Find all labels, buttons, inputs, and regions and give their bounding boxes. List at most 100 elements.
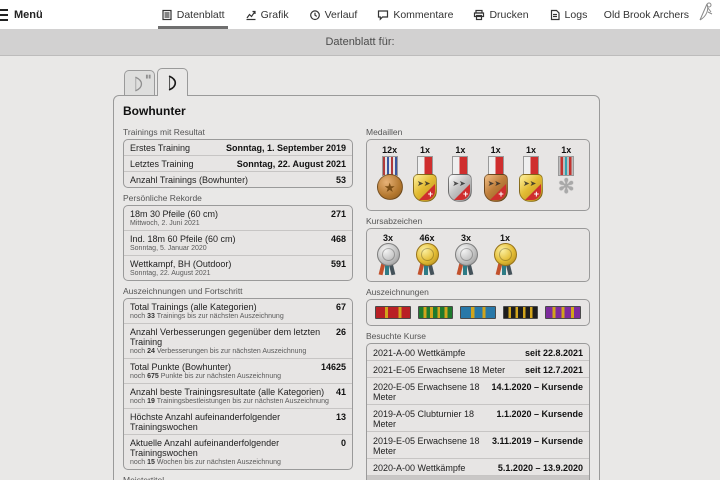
- section-title-course-badges: Kursabzeichen: [366, 216, 590, 226]
- star-glyph: ★: [384, 181, 396, 194]
- menu-button[interactable]: Menü: [0, 9, 43, 21]
- rosette-disc: [377, 243, 400, 266]
- nav-item-grafik[interactable]: Grafik: [245, 0, 289, 29]
- table-row: Anzahl Verbesserungen gegenüber dem letz…: [124, 323, 352, 358]
- main-nav: Datenblatt Grafik Verlauf Kommentare Drucken…: [161, 0, 588, 29]
- table-row: Total Trainings (alle Kategorien)67noch …: [124, 299, 352, 323]
- silver-rosette-badge: 3x: [453, 233, 479, 275]
- badge-count: 1x: [492, 233, 518, 243]
- tab-bow-barebow[interactable]: ▮▮: [124, 70, 155, 96]
- course-row: 2019-A-05 Clubturnier 18 Meter1.1.2020 –…: [367, 404, 589, 431]
- table-row: Letztes TrainingSonntag, 22. August 2021: [124, 155, 352, 171]
- medal-count: 1x: [552, 145, 581, 155]
- nav-item-kommentare[interactable]: Kommentare: [377, 0, 453, 29]
- arrows-glyph: ➤➤: [417, 179, 430, 188]
- table-row: Aktuelle Anzahl aufeinanderfolgender Tra…: [124, 434, 352, 469]
- club-logo-icon: [694, 0, 716, 29]
- nav-item-logs[interactable]: Logs: [549, 0, 588, 29]
- barebow-mark: ▮▮: [145, 74, 151, 80]
- course-row: 2021-E-05 Erwachsene 18 Meterseit 12.7.2…: [367, 360, 589, 377]
- trainings-table: Erstes TrainingSonntag, 1. September 201…: [123, 139, 353, 188]
- history-icon: [309, 9, 321, 21]
- arrows-glyph: ➤➤: [452, 179, 465, 188]
- badge-count: 3x: [375, 233, 401, 243]
- section-title-master-titles: Meistertitel: [123, 475, 353, 480]
- logs-icon: [549, 9, 561, 21]
- medal-count: 1x: [410, 145, 439, 155]
- top-bar: Menü Datenblatt Grafik Verlauf Kommentare Dr…: [0, 0, 720, 29]
- nav-item-drucken[interactable]: Drucken: [473, 0, 528, 29]
- nav-item-datenblatt[interactable]: Datenblatt: [161, 0, 225, 29]
- club-name: Old Brook Archers: [604, 9, 689, 21]
- page-subtitle-bar: Datenblatt für:: [0, 29, 720, 56]
- medal-count: 1x: [516, 145, 545, 155]
- arrows-glyph: ➤➤: [488, 179, 501, 188]
- menu-label: Menü: [14, 9, 43, 21]
- table-row: Anzahl Trainings (Bowhunter)53: [124, 171, 352, 187]
- table-row: 18m 30 Pfeile (60 cm)271Mittwoch, 2. Jun…: [124, 206, 352, 230]
- medal-count: 1x: [446, 145, 475, 155]
- datasheet-card: Bowhunter Trainings mit Resultat Erstes …: [113, 95, 600, 480]
- page-subtitle: Datenblatt für:: [325, 36, 394, 48]
- print-icon: [473, 9, 485, 21]
- section-title-progress: Auszeichnungen und Fortschritt: [123, 286, 353, 296]
- rosette-disc: [494, 243, 517, 266]
- green-gold-ribbon: [418, 306, 454, 319]
- blue-gold-ribbon: [460, 306, 496, 319]
- section-title-awards: Auszeichnungen: [366, 287, 590, 297]
- black-gold-ribbon: [503, 306, 539, 319]
- table-row: Erstes TrainingSonntag, 1. September 201…: [124, 140, 352, 155]
- content-area: ▮▮ Bowhunter Trainings mit Resultat Erst…: [0, 56, 720, 480]
- medal-count: 1x: [481, 145, 510, 155]
- row-subtitle: noch 33 Trainings bis zur nächsten Ausze…: [130, 313, 346, 320]
- section-title-records: Persönliche Rekorde: [123, 193, 353, 203]
- table-row: Total Punkte (Bowhunter)14625noch 675 Pu…: [124, 358, 352, 383]
- row-subtitle: noch 675 Punkte bis zur nächsten Auszeic…: [130, 373, 346, 380]
- datasheet-icon: [161, 9, 173, 21]
- section-title-courses: Besuchte Kurse: [366, 331, 590, 341]
- gold-rosette-badge: 1x: [492, 233, 518, 275]
- swiss-cross: +: [463, 190, 468, 198]
- row-subtitle: Mittwoch, 2. Juni 2021: [130, 220, 346, 227]
- swiss-cross: +: [534, 190, 539, 198]
- course-row: 2021-A-00 Wettkämpfeseit 22.8.2021: [367, 344, 589, 360]
- profile-name: Bowhunter: [123, 104, 590, 118]
- nav-item-verlauf[interactable]: Verlauf: [309, 0, 358, 29]
- gold-rosette-badge: 46x: [414, 233, 440, 275]
- club-badge: Old Brook Archers: [604, 0, 720, 29]
- course-row: 2020-E-05 Erwachsene 18 Meter14.1.2020 –…: [367, 377, 589, 404]
- course-badges-strip: 3x 46x 3x 1x: [367, 229, 589, 281]
- row-subtitle: noch 15 Wochen bis zur nächsten Auszeich…: [130, 459, 346, 466]
- tab-bow-bowhunter[interactable]: [157, 68, 188, 96]
- hamburger-icon[interactable]: [0, 9, 8, 21]
- purple-gold-ribbon: [545, 306, 581, 319]
- silver-shield-medal: 1x ➤➤ +: [446, 145, 475, 202]
- section-title-medals: Medaillen: [366, 127, 590, 137]
- rosette-disc: [455, 243, 478, 266]
- section-title-trainings: Trainings mit Resultat: [123, 127, 353, 137]
- badge-count: 3x: [453, 233, 479, 243]
- comments-icon: [377, 9, 389, 21]
- medal-ribbon: [488, 156, 504, 176]
- medal-count: 12x: [375, 145, 404, 155]
- table-row: Ind. 18m 60 Pfeile (60 cm)468Sonntag, 5.…: [124, 230, 352, 255]
- row-subtitle: Sonntag, 5. Januar 2020: [130, 245, 346, 252]
- snowflake-glyph: ✻: [558, 177, 575, 197]
- show-hidden-courses-button[interactable]: ... 8 ausgeblendete Kurse anzeigen: [367, 475, 589, 480]
- row-subtitle: Sonntag, 22. August 2021: [130, 270, 346, 277]
- table-row: Anzahl beste Trainingsresultate (alle Ka…: [124, 383, 352, 408]
- gold-shield-medal: 1x➤➤+: [516, 145, 545, 202]
- bow-category-tabs: ▮▮: [124, 68, 188, 96]
- rosette-disc: [416, 243, 439, 266]
- swiss-cross: +: [428, 190, 433, 198]
- table-row: Wettkampf, BH (Outdoor)591Sonntag, 22. A…: [124, 255, 352, 280]
- award-ribbons-strip: [367, 300, 589, 325]
- bronze-star-medal: 12x ★: [375, 145, 404, 202]
- medal-ribbon: [558, 156, 574, 176]
- records-table: 18m 30 Pfeile (60 cm)271Mittwoch, 2. Jun…: [123, 205, 353, 281]
- course-row: 2019-E-05 Erwachsene 18 Meter3.11.2019 –…: [367, 431, 589, 458]
- medal-ribbon: [523, 156, 539, 176]
- medal-ribbon: [417, 156, 433, 176]
- silver-snowflake-medal: 1x ✻: [552, 145, 581, 202]
- left-column: Trainings mit Resultat Erstes TrainingSo…: [123, 122, 353, 480]
